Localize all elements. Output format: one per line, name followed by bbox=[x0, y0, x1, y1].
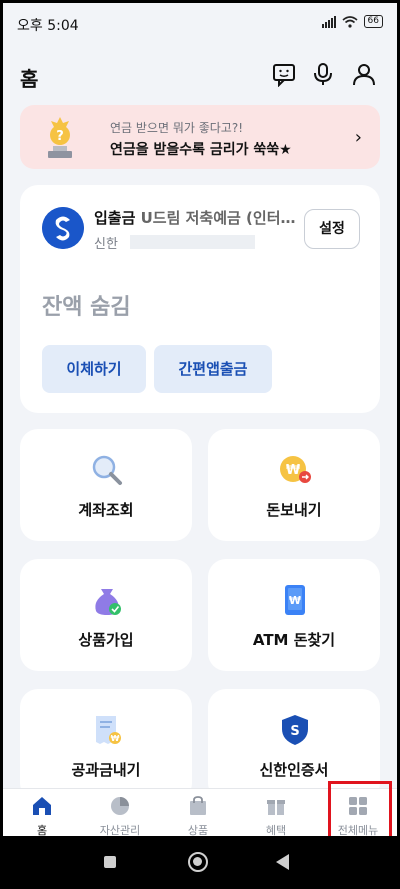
tile-label: ATM 돈찾기 bbox=[252, 631, 336, 649]
nav-item-benefits[interactable]: 혜택 bbox=[237, 789, 315, 836]
chat-icon[interactable] bbox=[271, 61, 297, 87]
banner-subtitle: 연금 받으면 뭐가 좋다고?! bbox=[110, 121, 244, 135]
account-card: 입출금 U드림 저축예금 (인터… 신한 설정 잔액 숨김 이체하기 간편앱출금 bbox=[20, 185, 380, 413]
tile-product-signup[interactable]: 상품가입 bbox=[20, 559, 192, 671]
nav-item-products[interactable]: 상품 bbox=[159, 789, 237, 836]
shinhan-logo-icon bbox=[42, 207, 84, 249]
gift-icon bbox=[267, 800, 285, 815]
pie-chart-icon bbox=[111, 797, 129, 815]
wifi-icon bbox=[342, 15, 358, 28]
account-type: 입출금 bbox=[94, 209, 136, 227]
home-icon bbox=[33, 797, 51, 815]
bank-name: 신한 bbox=[94, 237, 118, 252]
tile-label: 신한인증서 bbox=[259, 761, 329, 779]
search-icon bbox=[92, 455, 122, 485]
svg-text:₩: ₩ bbox=[286, 463, 301, 478]
certificate-shield-icon: S bbox=[282, 715, 308, 745]
nav-label: 상품 bbox=[187, 824, 209, 836]
battery-indicator: 66 bbox=[363, 15, 383, 28]
tile-label: 공과금내기 bbox=[71, 761, 141, 779]
nav-label: 홈 bbox=[36, 824, 48, 836]
nav-item-home[interactable]: 홈 bbox=[3, 789, 81, 836]
svg-text:S: S bbox=[290, 724, 299, 739]
account-name: 입출금 U드림 저축예금 (인터… bbox=[94, 207, 304, 228]
app-screen: 오후 5:04 66 홈 ? 연금 받으면 뭐가 좋다고?! 연금을 받을수록 … bbox=[3, 3, 397, 836]
settings-button[interactable]: 설정 bbox=[304, 209, 360, 249]
promo-banner[interactable]: ? 연금 받으면 뭐가 좋다고?! 연금을 받을수록 금리가 쑥쑥★ › bbox=[20, 105, 380, 169]
signal-icon bbox=[321, 15, 336, 28]
back-icon[interactable] bbox=[276, 854, 289, 870]
page-title: 홈 bbox=[20, 67, 39, 91]
atm-phone-icon: ₩ bbox=[285, 585, 305, 615]
nav-item-asset-management[interactable]: 자산관리 bbox=[81, 789, 159, 836]
nav-label: 혜택 bbox=[265, 824, 287, 836]
send-money-icon: ₩ bbox=[280, 456, 311, 483]
tile-send-money[interactable]: ₩ 돈보내기 bbox=[208, 429, 380, 541]
tile-label: 계좌조회 bbox=[78, 501, 134, 519]
nav-label: 자산관리 bbox=[99, 824, 141, 836]
home-button-icon[interactable] bbox=[188, 852, 208, 872]
recent-apps-icon[interactable] bbox=[104, 856, 116, 868]
status-bar: 오후 5:04 66 bbox=[3, 3, 397, 43]
product-bag-icon bbox=[95, 589, 121, 615]
balance-hidden-text[interactable]: 잔액 숨김 bbox=[42, 289, 131, 321]
status-right: 66 bbox=[321, 15, 383, 28]
banner-title: 연금을 받을수록 금리가 쑥쑥★ bbox=[110, 142, 292, 158]
tile-atm-withdraw[interactable]: ₩ ATM 돈찾기 bbox=[208, 559, 380, 671]
easy-withdraw-button[interactable]: 간편앱출금 bbox=[154, 345, 272, 393]
svg-text:₩: ₩ bbox=[289, 594, 301, 607]
top-header: 홈 bbox=[3, 43, 397, 103]
transfer-button[interactable]: 이체하기 bbox=[42, 345, 146, 393]
shopping-bag-icon bbox=[190, 796, 206, 815]
status-time: 오후 5:04 bbox=[17, 18, 79, 34]
account-product: U드림 저축예금 (인터… bbox=[135, 209, 296, 227]
tile-label: 돈보내기 bbox=[266, 501, 322, 519]
svg-text:?: ? bbox=[56, 129, 64, 144]
android-navigation-bar bbox=[0, 836, 400, 889]
masked-account-number bbox=[130, 235, 255, 249]
tile-account-inquiry[interactable]: 계좌조회 bbox=[20, 429, 192, 541]
chevron-right-icon: › bbox=[354, 127, 362, 148]
trophy-icon: ? bbox=[48, 117, 72, 158]
profile-icon[interactable] bbox=[351, 61, 377, 87]
bill-icon: ₩ bbox=[96, 716, 121, 744]
svg-text:₩: ₩ bbox=[111, 734, 120, 743]
tile-pay-bills[interactable]: ₩ 공과금내기 bbox=[20, 689, 192, 801]
tile-label: 상품가입 bbox=[78, 631, 134, 649]
microphone-icon[interactable] bbox=[310, 61, 336, 87]
